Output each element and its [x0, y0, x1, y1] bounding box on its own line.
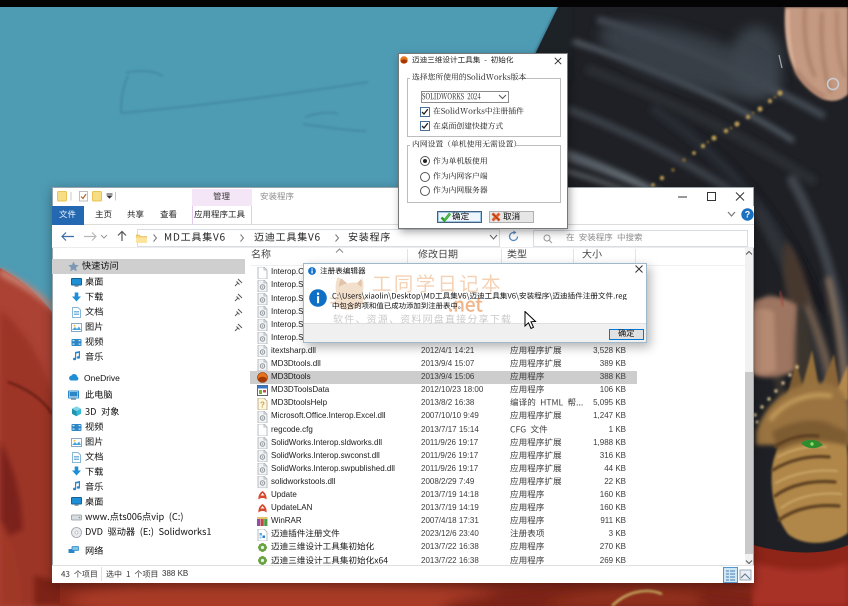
svg-text:?: ?	[745, 210, 751, 220]
svg-text:?: ?	[260, 400, 265, 409]
